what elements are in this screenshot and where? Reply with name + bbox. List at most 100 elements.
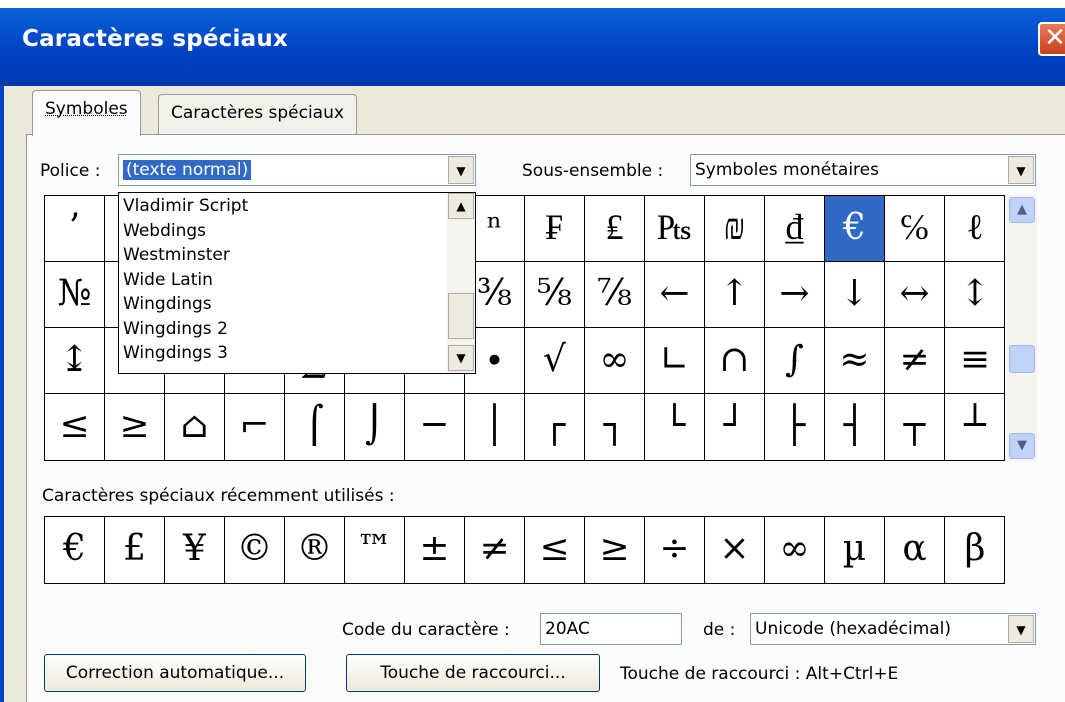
close-icon: ✕: [1044, 23, 1065, 53]
scroll-down-icon[interactable]: ▼: [448, 345, 474, 371]
shortcut-key-button[interactable]: Touche de raccourci...: [346, 654, 600, 692]
symbol-cell[interactable]: ≠: [885, 328, 945, 394]
recent-symbol-cell[interactable]: €: [45, 517, 105, 583]
symbol-cell[interactable]: ┴: [945, 394, 1005, 460]
recent-symbol-cell[interactable]: ™: [345, 517, 405, 583]
symbol-cell[interactable]: ┌: [525, 394, 585, 460]
subset-label: Sous-ensemble :: [522, 161, 664, 181]
scroll-down-icon[interactable]: ▼: [1009, 433, 1035, 459]
symbol-cell[interactable]: ’: [45, 196, 105, 262]
symbol-cell[interactable]: €: [825, 196, 885, 262]
symbol-cell[interactable]: ⌡: [345, 394, 405, 460]
symbol-cell[interactable]: ⅞: [585, 262, 645, 328]
font-dropdown-scrollbar[interactable]: ▲ ▼: [447, 193, 475, 373]
symbol-cell[interactable]: ℓ: [945, 196, 1005, 262]
recent-symbol-cell[interactable]: ×: [705, 517, 765, 583]
shortcut-text: Touche de raccourci : Alt+Ctrl+E: [620, 664, 899, 684]
font-list-item[interactable]: Westminster: [123, 244, 230, 266]
symbol-cell[interactable]: ↔: [885, 262, 945, 328]
symbol-cell[interactable]: │: [465, 394, 525, 460]
recent-symbol-cell[interactable]: ≤: [525, 517, 585, 583]
symbol-cell[interactable]: ↕: [945, 262, 1005, 328]
tab-special-characters-label: Caractères spéciaux: [171, 103, 344, 123]
recent-symbol-cell[interactable]: ±: [405, 517, 465, 583]
recent-symbol-cell[interactable]: ∞: [765, 517, 825, 583]
symbol-cell[interactable]: ↓: [825, 262, 885, 328]
symbol-cell[interactable]: ℅: [885, 196, 945, 262]
symbol-cell[interactable]: ┬: [885, 394, 945, 460]
recent-symbol-cell[interactable]: α: [885, 517, 945, 583]
recent-label: Caractères spéciaux récemment utilisés :: [42, 486, 395, 506]
font-value: (texte normal): [123, 160, 252, 180]
chevron-down-icon[interactable]: ▼: [448, 156, 474, 184]
font-list-item[interactable]: Wide Latin: [123, 269, 213, 291]
from-combobox[interactable]: Unicode (hexadécimal) ▼: [750, 613, 1036, 645]
scroll-up-icon[interactable]: ▲: [1009, 197, 1035, 223]
symbol-cell[interactable]: ┐: [585, 394, 645, 460]
symbol-cell[interactable]: ₣: [525, 196, 585, 262]
autocorrect-button[interactable]: Correction automatique...: [44, 654, 306, 692]
symbol-cell[interactable]: ∞: [585, 328, 645, 394]
char-code-input[interactable]: 20AC: [540, 613, 682, 645]
window-title: Caractères spéciaux: [22, 26, 288, 52]
font-combobox[interactable]: (texte normal) ▼: [118, 154, 476, 186]
recent-symbol-cell[interactable]: µ: [825, 517, 885, 583]
font-list-item[interactable]: Webdings: [123, 220, 206, 242]
tab-symbols[interactable]: Symboles: [32, 90, 141, 136]
recent-symbol-cell[interactable]: ¥: [165, 517, 225, 583]
symbol-cell[interactable]: ∟: [645, 328, 705, 394]
recent-symbol-cell[interactable]: ®: [285, 517, 345, 583]
tab-special-characters[interactable]: Caractères spéciaux: [158, 94, 357, 136]
recent-symbols[interactable]: € £ ¥ © ® ™ ± ≠ ≤ ≥ ÷ × ∞ µ α β: [44, 516, 1005, 584]
symbol-cell[interactable]: ∫: [765, 328, 825, 394]
char-code-value: 20AC: [545, 619, 590, 639]
symbol-cell[interactable]: ⌂: [165, 394, 225, 460]
recent-symbol-cell[interactable]: ÷: [645, 517, 705, 583]
symbol-cell[interactable]: ≡: [945, 328, 1005, 394]
symbol-cell[interactable]: ┘: [705, 394, 765, 460]
recent-symbol-cell[interactable]: ≥: [585, 517, 645, 583]
tab-symbols-label: Symboles: [45, 99, 128, 119]
symbol-cell[interactable]: ↑: [705, 262, 765, 328]
recent-symbol-cell[interactable]: ©: [225, 517, 285, 583]
subset-value: Symboles monétaires: [695, 160, 879, 180]
symbol-cell[interactable]: ₧: [645, 196, 705, 262]
scroll-thumb[interactable]: [1009, 345, 1035, 373]
symbol-cell[interactable]: →: [765, 262, 825, 328]
symbol-cell[interactable]: ↨: [45, 328, 105, 394]
scroll-up-icon[interactable]: ▲: [448, 193, 474, 219]
symbol-cell[interactable]: ⌠: [285, 394, 345, 460]
char-code-label: Code du caractère :: [342, 620, 510, 640]
chevron-down-icon[interactable]: ▼: [1008, 615, 1034, 643]
symbol-cell[interactable]: ←: [645, 262, 705, 328]
symbol-cell[interactable]: ┤: [825, 394, 885, 460]
recent-symbol-cell[interactable]: ≠: [465, 517, 525, 583]
recent-symbol-cell[interactable]: β: [945, 517, 1005, 583]
symbol-cell[interactable]: └: [645, 394, 705, 460]
font-list-item[interactable]: Vladimir Script: [123, 195, 248, 217]
symbol-grid-scrollbar[interactable]: ▲ ▼: [1007, 195, 1037, 461]
symbol-cell[interactable]: №: [45, 262, 105, 328]
symbol-cell[interactable]: ∩: [705, 328, 765, 394]
from-value: Unicode (hexadécimal): [755, 619, 952, 639]
symbol-cell[interactable]: ≈: [825, 328, 885, 394]
scroll-thumb[interactable]: [448, 293, 474, 339]
recent-symbol-cell[interactable]: £: [105, 517, 165, 583]
symbol-cell[interactable]: ≥: [105, 394, 165, 460]
symbol-cell[interactable]: ─: [405, 394, 465, 460]
symbol-cell[interactable]: ⌐: [225, 394, 285, 460]
symbol-cell[interactable]: ├: [765, 394, 825, 460]
chevron-down-icon[interactable]: ▼: [1008, 156, 1034, 184]
font-list-item[interactable]: Wingdings 3: [123, 342, 228, 364]
symbol-cell[interactable]: ≤: [45, 394, 105, 460]
close-button[interactable]: ✕: [1038, 22, 1065, 56]
font-dropdown-list[interactable]: ▲ ▼ Vladimir Script Webdings Westminster Wi…: [118, 192, 476, 374]
font-list-item[interactable]: Wingdings 2: [123, 318, 228, 340]
symbol-cell[interactable]: ₪: [705, 196, 765, 262]
font-list-item[interactable]: Wingdings: [123, 293, 212, 315]
symbol-cell[interactable]: ₫: [765, 196, 825, 262]
subset-combobox[interactable]: Symboles monétaires ▼: [690, 154, 1036, 186]
symbol-cell[interactable]: ₤: [585, 196, 645, 262]
symbol-cell[interactable]: ⅝: [525, 262, 585, 328]
symbol-cell[interactable]: √: [525, 328, 585, 394]
